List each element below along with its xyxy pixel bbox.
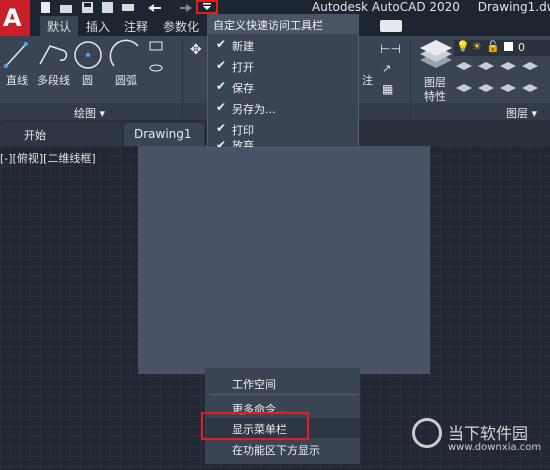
watermark-text: 当下软件园: [448, 424, 529, 443]
save-as-icon[interactable]: [102, 2, 113, 13]
file-name: Drawing1.dwg: [477, 0, 550, 14]
watermark-url: www.downxia.com: [448, 442, 542, 453]
qat-dropdown-menu: [207, 14, 359, 148]
view-cube-tab[interactable]: [380, 20, 402, 32]
layer-color-swatch: [504, 42, 513, 51]
autocad-logo-button[interactable]: A: [0, 0, 30, 38]
menu-divider: [210, 394, 358, 395]
tool-line[interactable]: 直线: [6, 72, 28, 88]
layer-props-label-2[interactable]: 特性: [424, 88, 446, 104]
menu-item-undo-clip: ✔ 放弃: [208, 140, 358, 147]
check-icon: ✔: [216, 100, 227, 114]
panel-layers-title[interactable]: 图层 ▾: [506, 105, 537, 121]
layer-dropdown[interactable]: 💡 ☀ 🔓 0: [454, 40, 550, 56]
layer-tool-icon[interactable]: [456, 84, 538, 92]
menu-item-open[interactable]: 打开: [232, 59, 254, 75]
check-icon: ✔: [216, 58, 227, 72]
qat-menu-title: 自定义快速访问工具栏: [213, 19, 323, 32]
arc-icon[interactable]: [109, 39, 139, 67]
tab-default-label[interactable]: 默认: [47, 18, 71, 35]
rectangle-icon[interactable]: [149, 41, 163, 51]
dimension-icon[interactable]: ⊢⊣: [380, 42, 401, 56]
panel-draw-title[interactable]: 绘图 ▾: [74, 105, 105, 121]
ribbon-separator: [410, 40, 411, 116]
layer-tools: [456, 62, 538, 92]
watermark-logo-icon: [412, 418, 442, 448]
save-icon[interactable]: [82, 2, 93, 13]
customize-qat-dropdown-button[interactable]: [196, 0, 218, 14]
menu-item-save-as[interactable]: 另存为...: [232, 101, 276, 117]
check-icon: ✔: [216, 140, 227, 147]
print-icon[interactable]: [122, 4, 134, 11]
window-title: Autodesk AutoCAD 2020 Drawing1.dwg: [312, 0, 550, 14]
redo-icon[interactable]: [180, 4, 192, 12]
tool-circle[interactable]: 圆: [82, 72, 93, 88]
doc-tab-drawing1[interactable]: Drawing1: [124, 123, 204, 146]
leader-icon[interactable]: ↗: [382, 62, 391, 75]
draw-tools: [4, 39, 163, 72]
check-icon: ✔: [216, 37, 227, 51]
undo-icon[interactable]: [148, 4, 161, 12]
layer-tool-icon[interactable]: [456, 62, 538, 70]
ellipse-icon[interactable]: [149, 64, 163, 72]
doc-tab-drawing1-label: Drawing1: [134, 127, 192, 141]
current-layer-value: 0: [518, 41, 525, 54]
doc-tab-start[interactable]: 开始: [0, 123, 122, 146]
check-icon: ✔: [216, 79, 227, 93]
menu-item-print[interactable]: 打印: [232, 122, 254, 138]
lightbulb-icon: 💡: [456, 40, 470, 53]
ribbon-separator: [182, 40, 183, 116]
layer-properties-icon[interactable]: [418, 40, 454, 70]
viewport-controls-label[interactable]: [-][俯视][二维线框]: [0, 150, 96, 166]
lock-icon: 🔓: [486, 40, 500, 53]
tab-annotate[interactable]: 注释: [124, 18, 148, 35]
table-icon[interactable]: ▦: [382, 82, 393, 96]
menu-item-workspace[interactable]: 工作空间: [232, 376, 276, 392]
circle-icon[interactable]: [74, 41, 102, 69]
menu-item-new[interactable]: 新建: [232, 38, 254, 54]
sun-icon: ☀: [472, 40, 482, 53]
move-icon[interactable]: ✥: [190, 42, 202, 58]
new-file-icon[interactable]: [41, 2, 50, 13]
tab-parametric[interactable]: 参数化: [163, 18, 199, 35]
doc-tab-start-label: 开始: [24, 129, 46, 142]
line-icon[interactable]: [4, 42, 28, 68]
check-icon: ✔: [216, 121, 227, 135]
dropdown-menu-panel: [138, 146, 430, 374]
app-name: Autodesk AutoCAD 2020: [312, 0, 460, 14]
annotation-label[interactable]: 注: [362, 72, 373, 88]
menu-item-undo[interactable]: 放弃: [232, 140, 254, 147]
tool-arc[interactable]: 圆弧: [115, 72, 137, 88]
quick-access-toolbar: [41, 2, 192, 13]
tab-insert[interactable]: 插入: [86, 18, 110, 35]
tool-polyline[interactable]: 多段线: [37, 72, 70, 88]
polyline-icon[interactable]: [39, 45, 68, 65]
show-menubar-highlight: [201, 412, 309, 440]
menu-item-show-below-ribbon[interactable]: 在功能区下方显示: [232, 442, 320, 458]
menu-item-save[interactable]: 保存: [232, 80, 254, 96]
open-file-icon[interactable]: [60, 5, 72, 13]
